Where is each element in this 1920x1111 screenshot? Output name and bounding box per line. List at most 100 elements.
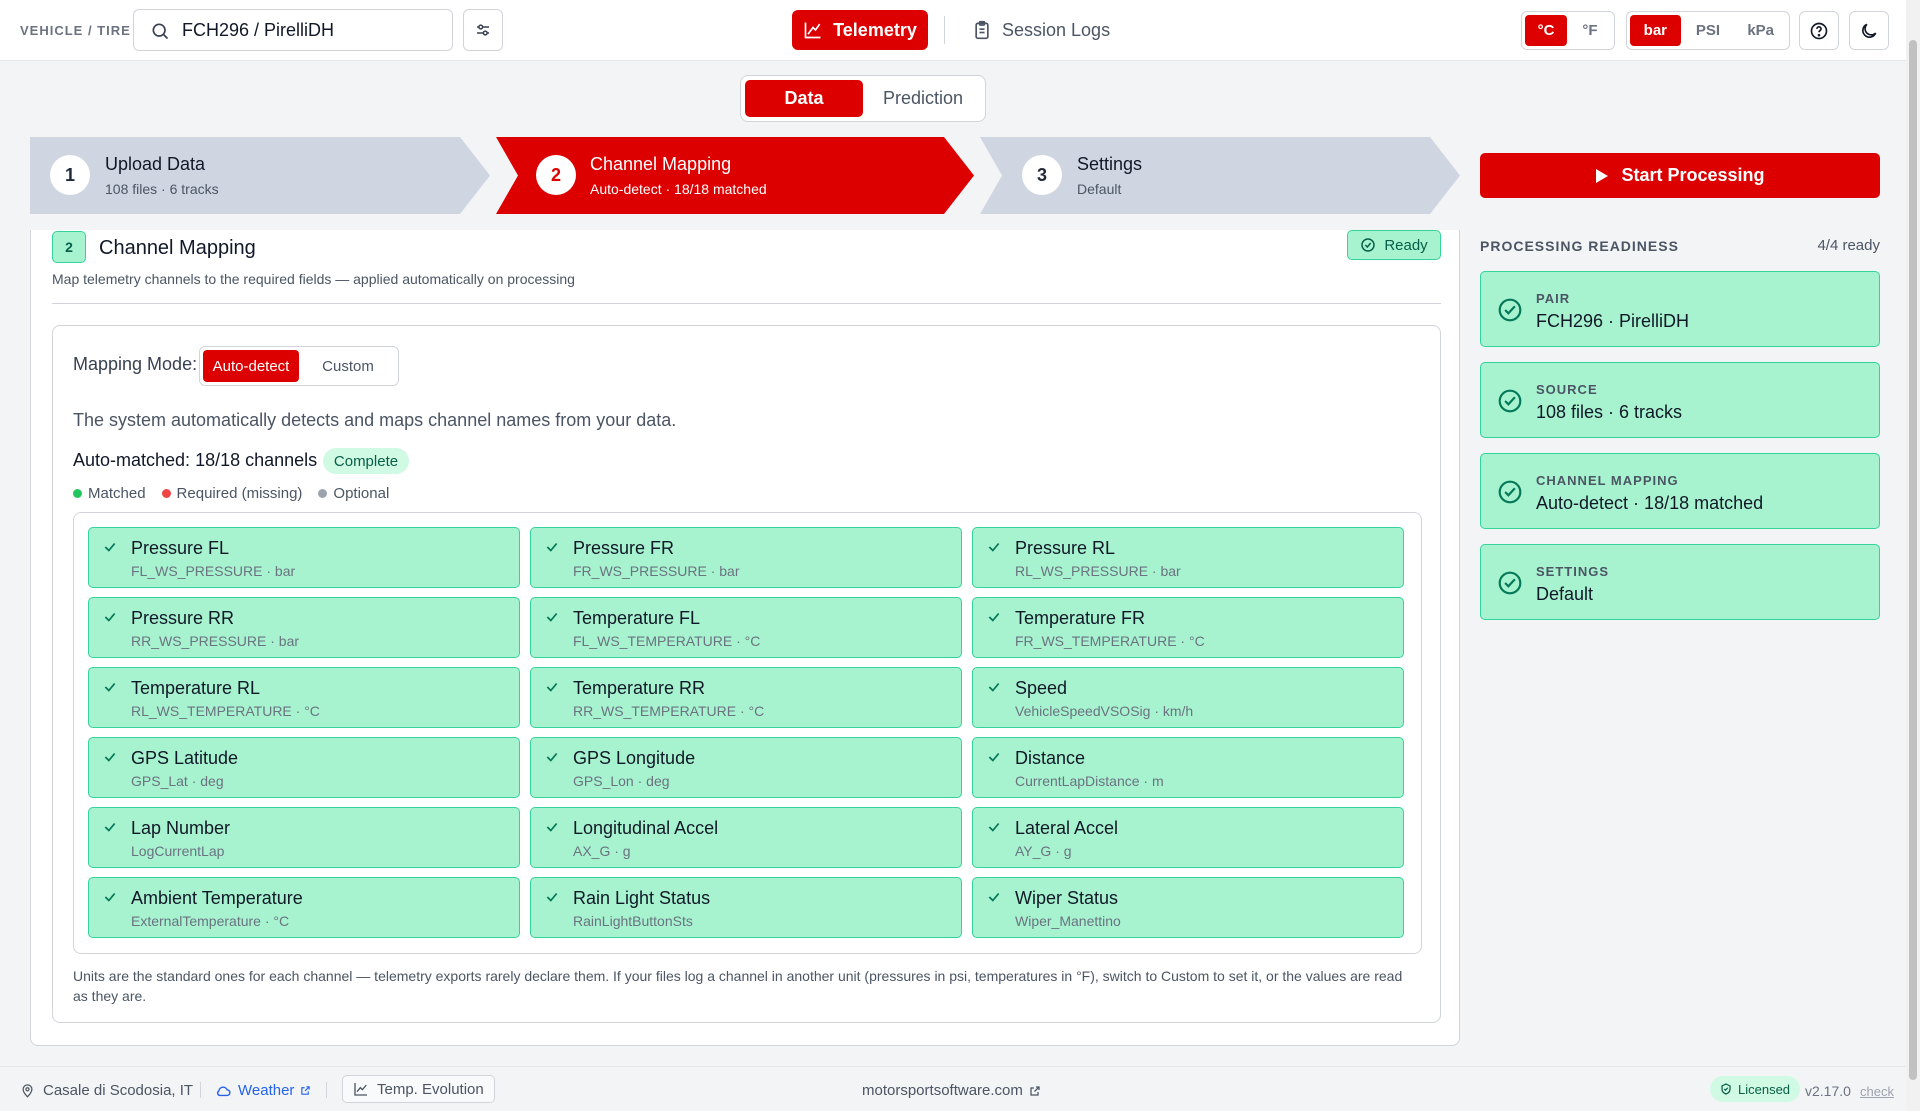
check-icon [103,610,117,624]
unit-fahrenheit[interactable]: °F [1569,15,1611,46]
step-title: Channel Mapping [590,154,732,174]
help-icon [1809,21,1829,41]
channel-detail: FR_WS_TEMPERATURE · °C [1015,633,1205,649]
readiness-value: FCH296 · PirelliDH [1536,311,1690,331]
unit-kpa[interactable]: kPa [1735,15,1786,46]
check-icon [987,610,1001,624]
readiness-label: PAIR [1536,291,1571,306]
channel-card[interactable]: Temperature FR FR_WS_TEMPERATURE · °C [972,597,1404,658]
channel-card[interactable]: Lap Number LogCurrentLap [88,807,520,868]
channel-name: Pressure FR [573,538,675,558]
check-icon [987,680,1001,694]
nav-telemetry[interactable]: Telemetry [792,10,928,50]
mapping-settings-card: Mapping Mode: Auto-detect Custom The sys… [52,325,1441,1023]
shield-check-icon [1720,1083,1732,1095]
channel-card[interactable]: GPS Latitude GPS_Lat · deg [88,737,520,798]
unit-psi[interactable]: PSI [1683,15,1734,46]
channel-card[interactable]: Speed VehicleSpeedVSOSig · km/h [972,667,1404,728]
channel-card[interactable]: Temperature RL RL_WS_TEMPERATURE · °C [88,667,520,728]
theme-toggle-button[interactable] [1849,11,1889,50]
channel-card[interactable]: Pressure FR FR_WS_PRESSURE · bar [530,527,962,588]
tab-data[interactable]: Data [745,80,863,117]
start-processing-label: Start Processing [1621,165,1765,185]
filter-button[interactable] [463,9,503,51]
channel-detail: CurrentLapDistance · m [1015,773,1164,789]
channel-card[interactable]: Wiper Status Wiper_Manettino [972,877,1404,938]
channel-detail: RR_WS_PRESSURE · bar [131,633,300,649]
channel-card[interactable]: Ambient Temperature ExternalTemperature ·… [88,877,520,938]
channel-mapping-panel: 2 Channel Mapping Ready Map telemetry ch… [30,230,1460,1046]
weather-link[interactable]: Weather [215,1082,311,1099]
version-label: v2.17.0 [1805,1083,1851,1099]
search-input[interactable] [182,18,442,42]
channel-card[interactable]: Pressure RR RR_WS_PRESSURE · bar [88,597,520,658]
step-channel-mapping[interactable]: 2 Channel Mapping Auto-detect · 18/18 ma… [496,137,974,214]
check-circle-icon [1497,297,1523,323]
readiness-count: 4/4 ready [1817,237,1880,254]
step-subtitle: Default [1077,181,1122,197]
channel-card[interactable]: Temperature RR RR_WS_TEMPERATURE · °C [530,667,962,728]
check-icon [103,540,117,554]
process-stepper: 1 Upload Data 108 files · 6 tracks 2 Cha… [30,137,1460,214]
channel-name: Speed [1015,678,1068,698]
channel-card[interactable]: Rain Light Status RainLightButtonSts [530,877,962,938]
unit-celsius[interactable]: °C [1525,15,1567,46]
step-title: Upload Data [105,154,206,174]
site-link[interactable]: motorsportsoftware.com [862,1082,1041,1099]
legend-item: Matched [73,485,146,502]
channel-name: Pressure RL [1015,538,1116,558]
temp-evolution-button[interactable]: Temp. Evolution [342,1075,495,1103]
channel-detail: AX_G · g [573,843,631,859]
vehicle-tire-search[interactable] [133,9,453,51]
channel-detail: Wiper_Manettino [1015,913,1121,929]
channel-card[interactable]: Temperature FL FL_WS_TEMPERATURE · °C [530,597,962,658]
complete-badge: Complete [323,448,409,474]
step-title: Settings [1077,154,1143,174]
start-processing-button[interactable]: Start Processing [1480,153,1880,198]
channel-card[interactable]: Lateral Accel AY_G · g [972,807,1404,868]
channel-name: Temperature FL [573,608,701,628]
step-subtitle: 108 files · 6 tracks [105,181,219,197]
channel-name: Ambient Temperature [131,888,303,908]
footer-divider [326,1082,327,1098]
readiness-item: CHANNEL MAPPING Auto-detect · 18/18 match… [1480,453,1880,529]
check-update-link[interactable]: check [1860,1084,1894,1099]
channel-card[interactable]: Longitudinal Accel AX_G · g [530,807,962,868]
readiness-label: SOURCE [1536,382,1598,397]
vehicle-tire-label: VEHICLE / TIRE [20,23,131,38]
channel-name: GPS Latitude [131,748,239,768]
readiness-label: CHANNEL MAPPING [1536,473,1679,488]
moon-icon [1859,21,1879,41]
nav-session-logs[interactable]: Session Logs [972,10,1112,50]
check-icon [103,680,117,694]
license-label: Licensed [1738,1081,1791,1097]
status-legend: Matched Required (missing) Optional [73,485,389,502]
step-upload-data[interactable]: 1 Upload Data 108 files · 6 tracks [30,137,490,214]
mode-custom[interactable]: Custom [301,350,395,382]
section-divider [52,303,1441,304]
channel-card[interactable]: GPS Longitude GPS_Lon · deg [530,737,962,798]
help-button[interactable] [1799,11,1839,50]
search-icon [150,21,170,41]
legend-dot [73,489,82,498]
unit-bar[interactable]: bar [1630,15,1681,46]
step-settings[interactable]: 3 Settings Default [980,137,1460,214]
channel-card[interactable]: Pressure RL RL_WS_PRESSURE · bar [972,527,1404,588]
channel-detail: RL_WS_PRESSURE · bar [1015,563,1181,579]
step-number: 2 [536,155,576,195]
page-scrollbar[interactable] [1906,0,1920,1111]
tab-prediction[interactable]: Prediction [865,80,981,117]
channel-card[interactable]: Pressure FL FL_WS_PRESSURE · bar [88,527,520,588]
check-circle-icon [1497,570,1523,596]
scrollbar-thumb[interactable] [1909,40,1917,1080]
external-link-icon [1029,1085,1041,1097]
temp-evolution-label: Temp. Evolution [377,1080,484,1098]
license-badge: Licensed [1710,1076,1801,1102]
mode-auto-detect[interactable]: Auto-detect [203,350,299,382]
check-icon [987,540,1001,554]
readiness-label: SETTINGS [1536,564,1610,579]
channel-card[interactable]: Distance CurrentLapDistance · m [972,737,1404,798]
legend-label: Matched [88,485,146,502]
auto-matched-summary: Auto-matched: 18/18 channels [73,450,318,470]
legend-dot [161,489,171,498]
